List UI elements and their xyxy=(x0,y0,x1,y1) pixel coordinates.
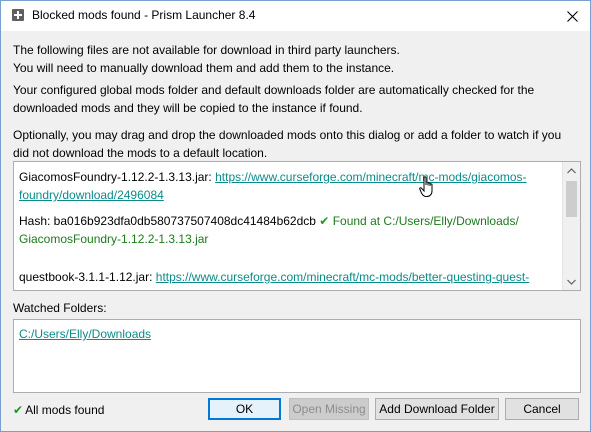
close-button[interactable] xyxy=(554,1,590,31)
window-title: Blocked mods found - Prism Launcher 8.4 xyxy=(32,8,256,22)
mod-hash: Hash: ba016b923dfa0db580737507408dc41484… xyxy=(19,214,316,228)
found-location: Found at C:/Users/Elly/Downloads/ xyxy=(332,214,519,228)
scroll-down-button[interactable] xyxy=(563,273,580,290)
watched-folders-label: Watched Folders: xyxy=(13,301,107,315)
prism-launcher-icon xyxy=(12,9,24,21)
open-missing-button[interactable]: Open Missing xyxy=(289,398,369,420)
list-item: GiacomosFoundry-1.12.2-1.3.13.jar: https… xyxy=(19,168,559,248)
checkmark-icon: ✔ xyxy=(13,403,24,417)
blocked-mods-list[interactable]: GiacomosFoundry-1.12.2-1.3.13.jar: https… xyxy=(13,161,581,291)
chevron-up-icon xyxy=(567,167,576,173)
watched-folders-list[interactable]: C:/Users/Elly/Downloads xyxy=(13,319,581,393)
checkmark-icon: ✔ xyxy=(319,214,330,228)
mod-download-link[interactable]: https://www.curseforge.com/minecraft/mc-… xyxy=(215,170,526,184)
scroll-thumb[interactable] xyxy=(566,181,577,217)
intro-text: The following files are not available fo… xyxy=(13,43,400,75)
drag-drop-text: Optionally, you may drag and drop the do… xyxy=(13,128,562,160)
cancel-button[interactable]: Cancel xyxy=(505,398,579,420)
status-indicator: ✔ All mods found xyxy=(13,403,104,417)
watched-folder-item[interactable]: C:/Users/Elly/Downloads xyxy=(19,327,151,341)
mod-download-link-cont[interactable]: foundry/download/2496084 xyxy=(19,188,164,202)
close-icon xyxy=(566,10,578,22)
chevron-down-icon xyxy=(567,279,576,285)
auto-check-text: Your configured global mods folder and d… xyxy=(13,83,535,115)
mod-filename: GiacomosFoundry-1.12.2-1.3.13.jar: xyxy=(19,170,212,184)
list-item: questbook-3.1.1-1.12.jar: https://www.cu… xyxy=(19,268,559,286)
ok-button[interactable]: OK xyxy=(208,398,281,420)
mod-filename: questbook-3.1.1-1.12.jar: xyxy=(19,270,153,284)
found-filename: GiacomosFoundry-1.12.2-1.3.13.jar xyxy=(19,232,209,246)
status-text: All mods found xyxy=(25,403,105,417)
vertical-scrollbar[interactable] xyxy=(562,162,580,290)
mod-download-link[interactable]: https://www.curseforge.com/minecraft/mc-… xyxy=(156,270,529,284)
add-download-folder-button[interactable]: Add Download Folder xyxy=(375,398,499,420)
title-bar[interactable]: Blocked mods found - Prism Launcher 8.4 xyxy=(1,1,590,31)
scroll-up-button[interactable] xyxy=(563,162,580,179)
dialog-window: Blocked mods found - Prism Launcher 8.4 … xyxy=(0,0,591,432)
hand-cursor-icon xyxy=(419,176,433,197)
